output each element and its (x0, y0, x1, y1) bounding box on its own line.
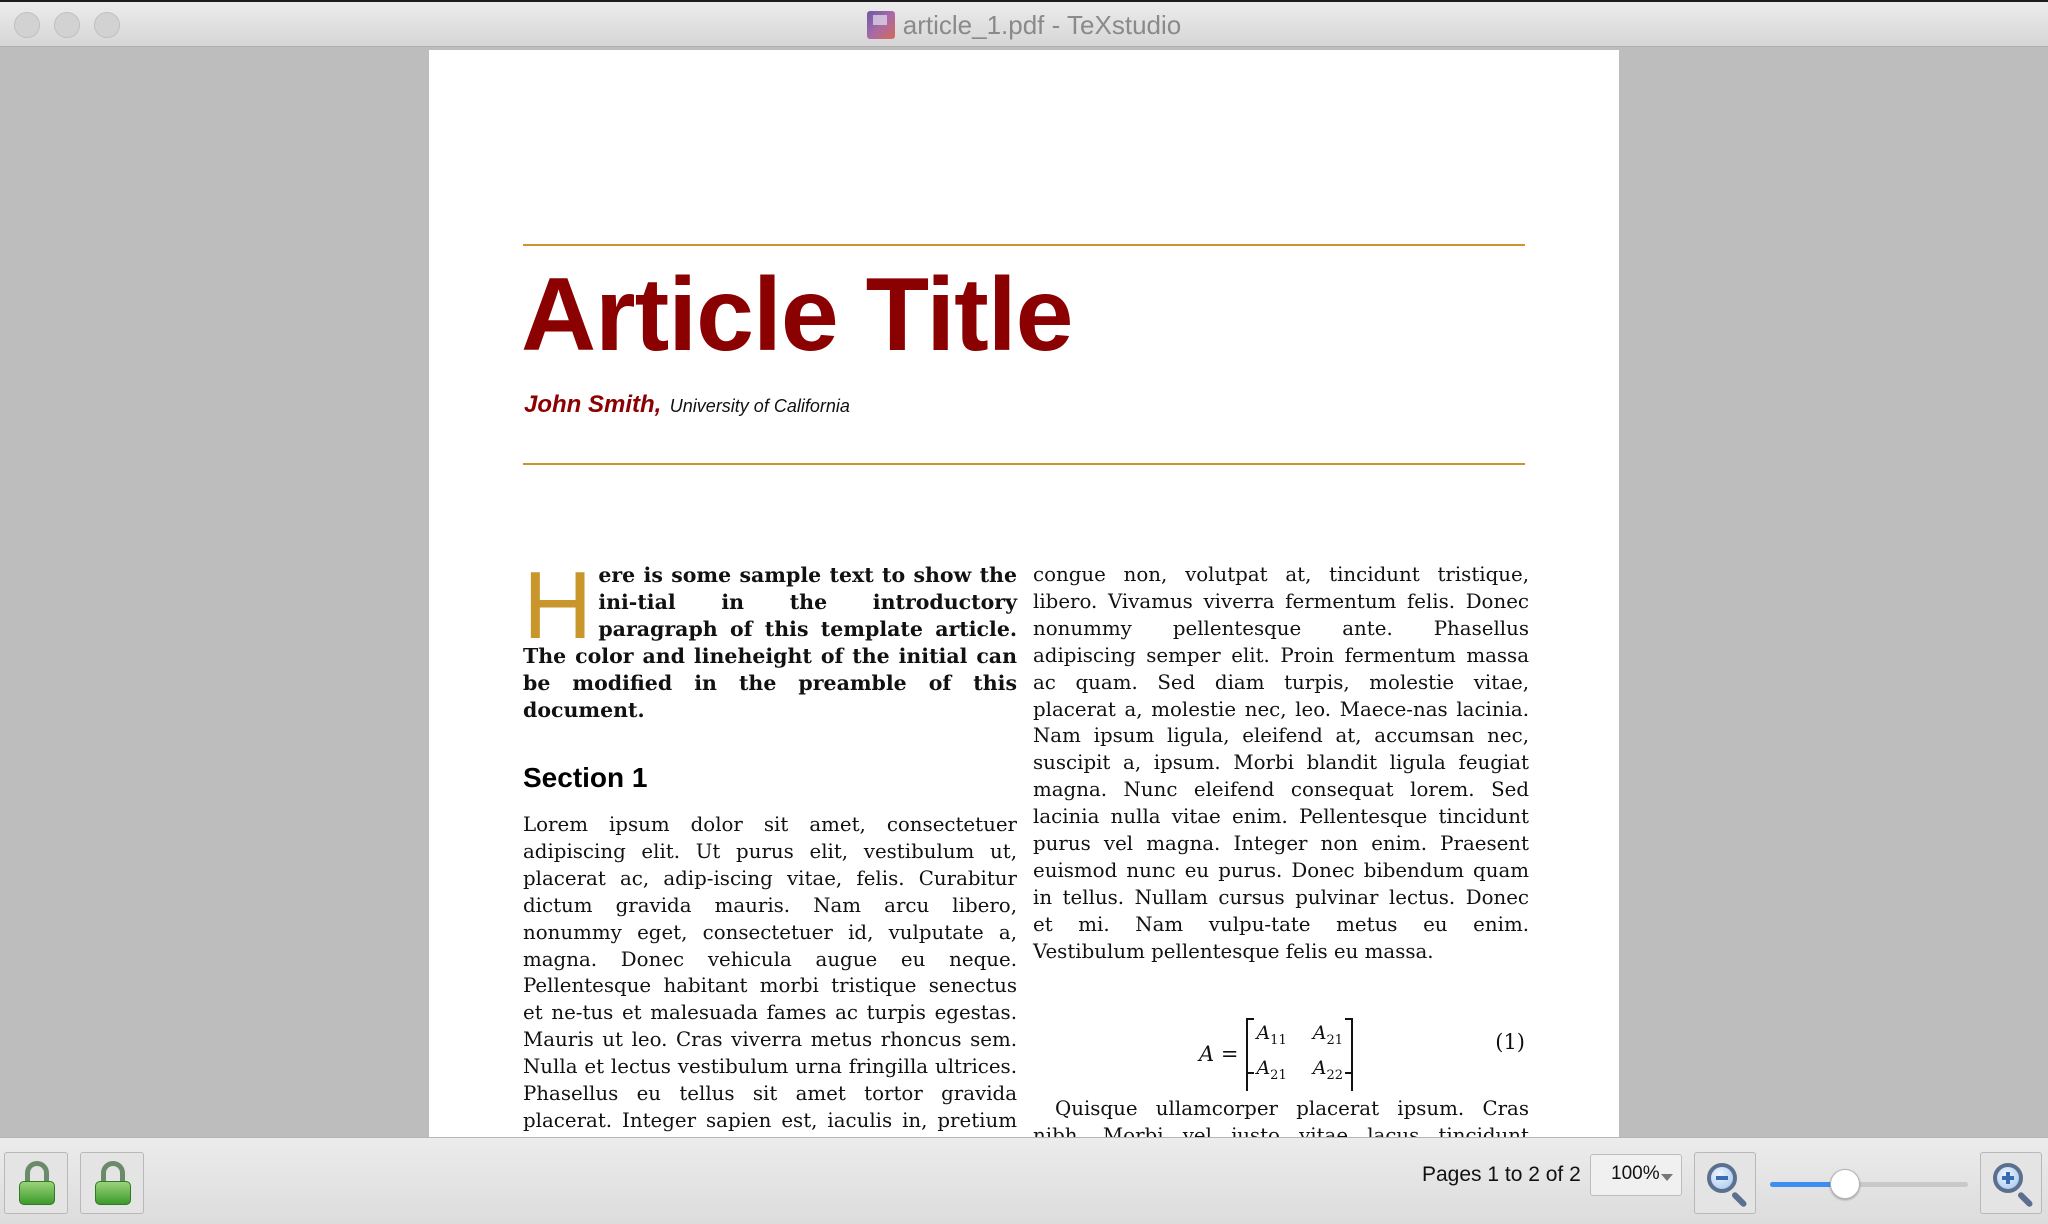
author-name: John Smith, (524, 391, 662, 418)
left-column: Here is some sample text to show the ini… (523, 552, 1017, 1138)
zoom-slider-handle[interactable] (1830, 1169, 1861, 1199)
author-affiliation: University of California (669, 396, 850, 416)
matrix-entry: A11 (1256, 1021, 1287, 1048)
pdf-page: Article Title John Smith, University of … (429, 50, 1619, 1137)
right-column: congue non, volutpat at, tincidunt trist… (1033, 562, 1529, 1137)
matrix-entry: A21 (1312, 1021, 1343, 1048)
zoom-out-icon (1707, 1163, 1737, 1193)
page-count-label: Pages 1 to 2 of 2 (1422, 1163, 1581, 1186)
zoom-in-icon (1993, 1163, 2023, 1193)
zoom-level-value: 100% (1611, 1163, 1660, 1184)
right-body-paragraph-2: Quisque ullamcorper placerat ipsum. Cras… (1033, 1096, 1529, 1137)
matrix-entry: A21 (1256, 1057, 1287, 1084)
article-title: Article Title (521, 257, 1073, 373)
window-title-text: article_1.pdf - TeXstudio (902, 10, 1182, 40)
lock-button-2[interactable] (80, 1152, 144, 1214)
equation-number: (1) (1495, 1029, 1525, 1054)
header-rule-bottom (523, 463, 1525, 465)
zoom-level-select[interactable]: 100% (1590, 1154, 1682, 1196)
lock-icon (17, 1161, 57, 1207)
lock-icon (93, 1161, 133, 1207)
matrix: A11 A21 A21 A22 (1246, 1017, 1353, 1092)
zoom-out-button[interactable] (1694, 1152, 1756, 1214)
lock-button-1[interactable] (4, 1152, 68, 1214)
chevron-down-icon (1661, 1174, 1673, 1181)
intro-text: ere is some sample text to show the ini-… (523, 563, 1017, 722)
drop-cap-initial: H (523, 552, 593, 659)
zoom-in-button[interactable] (1980, 1152, 2042, 1214)
header-rule-top (523, 244, 1525, 246)
matrix-entry: A22 (1312, 1057, 1343, 1084)
pdf-toolbar: Pages 1 to 2 of 2 100% (0, 1137, 2048, 1224)
author-line: John Smith, University of California (524, 391, 850, 419)
zoom-slider[interactable] (1770, 1169, 1968, 1199)
equation: A = A11 A21 A21 A22 (1199, 1017, 1353, 1092)
right-body-paragraph: congue non, volutpat at, tincidunt trist… (1033, 563, 1529, 963)
left-body-paragraph: Lorem ipsum dolor sit amet, consectetuer… (523, 813, 1017, 1137)
window-title: article_1.pdf - TeXstudio (0, 10, 2048, 40)
intro-paragraph: Here is some sample text to show the ini… (523, 552, 1017, 724)
section-heading: Section 1 (523, 762, 648, 793)
texstudio-document-icon (866, 11, 895, 39)
equation-lhs: A = (1199, 1042, 1239, 1067)
equation-block: A = A11 A21 A21 A22 (1) (1033, 996, 1529, 1096)
pdf-viewer[interactable]: Article Title John Smith, University of … (0, 47, 2048, 1137)
window-title-bar: article_1.pdf - TeXstudio (0, 0, 2048, 47)
